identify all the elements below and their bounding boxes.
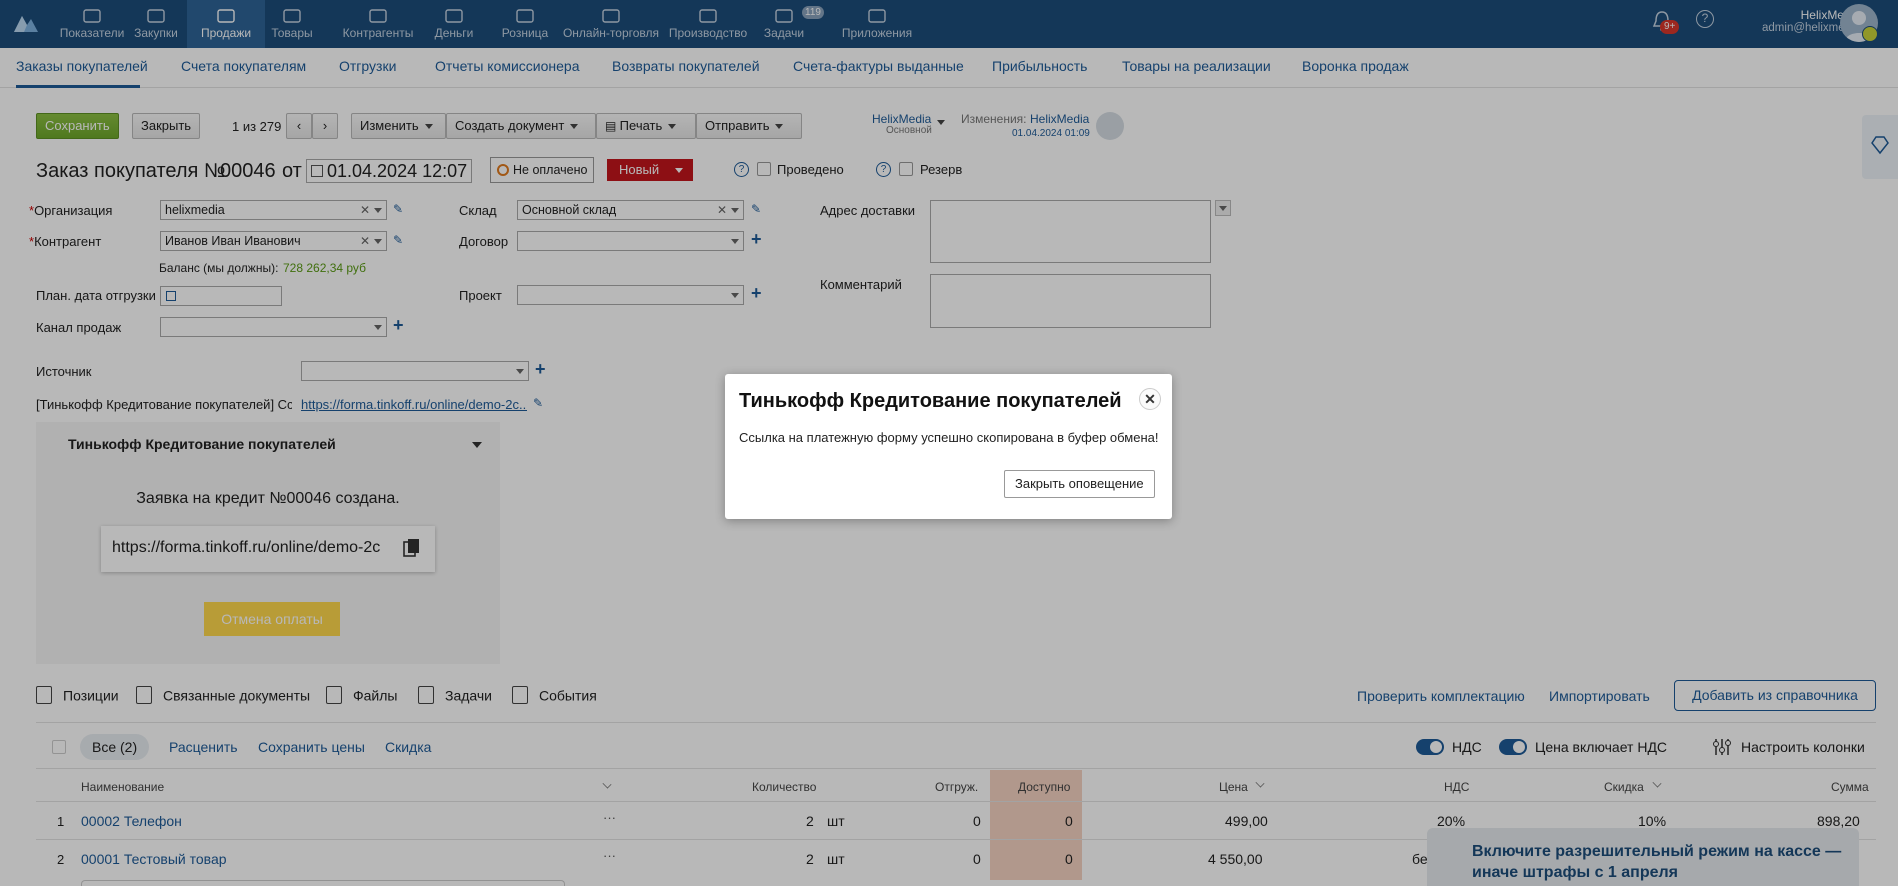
close-notification-button[interactable]: Закрыть оповещение [1004, 470, 1155, 498]
close-icon[interactable]: ✕ [1139, 388, 1161, 410]
modal-title: Тинькофф Кредитование покупателей [739, 390, 1122, 412]
modal-message: Ссылка на платежную форму успешно скопир… [739, 430, 1159, 445]
notification-modal: Тинькофф Кредитование покупателей ✕ Ссыл… [725, 374, 1172, 519]
